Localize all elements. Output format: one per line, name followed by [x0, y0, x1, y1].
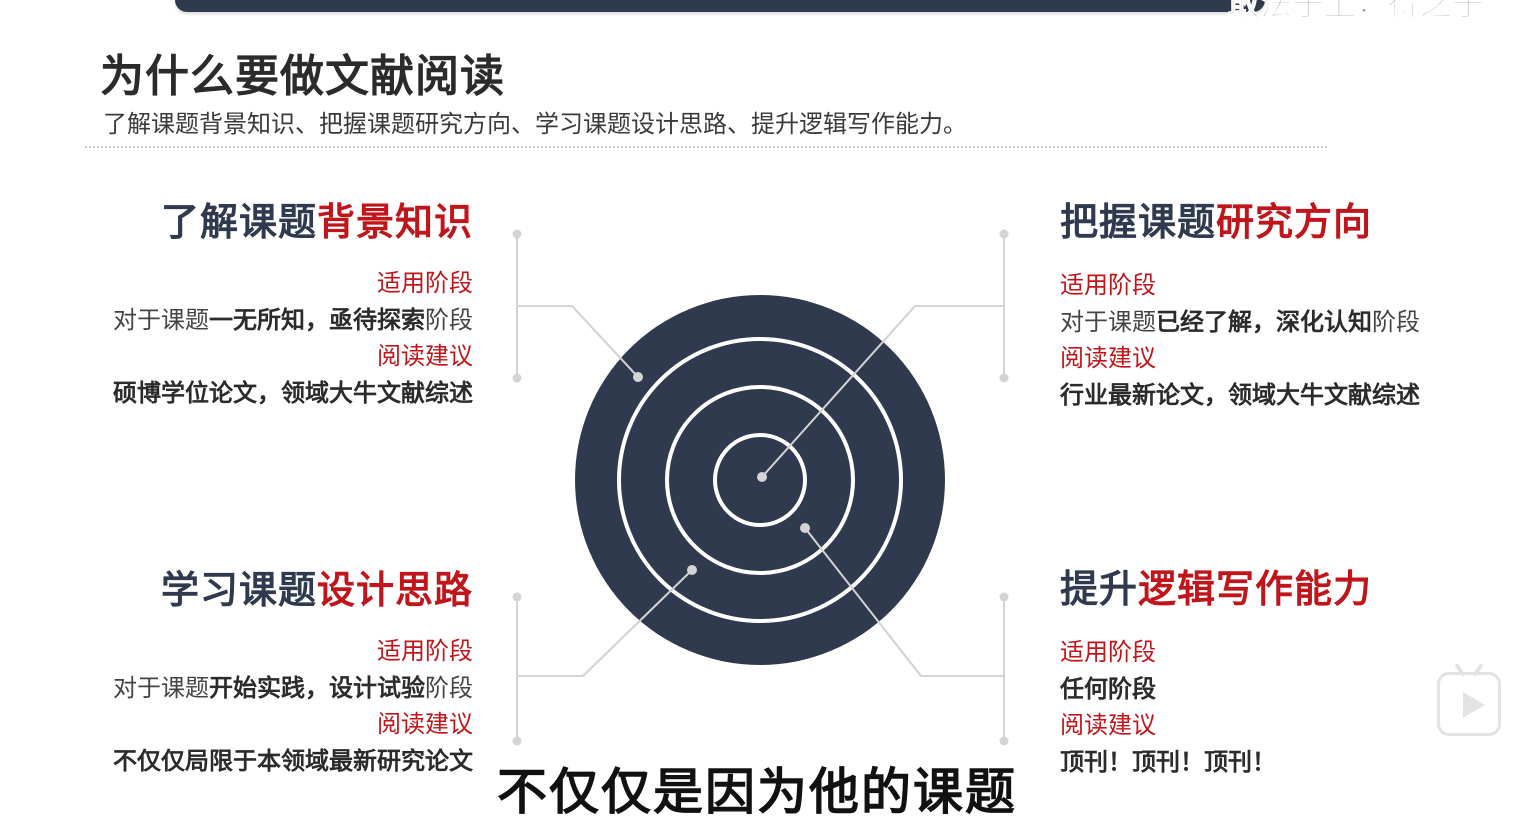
- dot: [999, 736, 1009, 746]
- dot: [999, 229, 1009, 239]
- quadrant-design-thinking: 学习课题设计思路 适用阶段 对于课题开始实践，设计试验阶段 阅读建议 不仅仅局限…: [113, 568, 473, 779]
- quadrant-title-highlight: 逻辑写作能力: [1138, 567, 1373, 611]
- pointer-dot-top-left: [633, 372, 643, 382]
- quadrant-title: 了解课题背景知识: [113, 200, 473, 244]
- stage-description: 对于课题开始实践，设计试验阶段: [113, 670, 473, 707]
- dot: [512, 736, 522, 746]
- stage-prefix: 对于课题: [113, 673, 209, 702]
- quadrant-research-direction: 把握课题研究方向 适用阶段 对于课题已经了解，深化认知阶段 阅读建议 行业最新论…: [1060, 200, 1420, 413]
- stage-separator: ，: [1252, 307, 1276, 336]
- quadrant-title-highlight: 研究方向: [1216, 200, 1373, 244]
- stage-label: 适用阶段: [1060, 638, 1156, 666]
- stage-label: 适用阶段: [377, 637, 473, 665]
- quadrant-title-plain: 学习课题: [160, 568, 317, 612]
- stage-label: 适用阶段: [377, 269, 473, 297]
- stage-keyword: 一无所知: [209, 305, 305, 334]
- stage-description: 任何阶段: [1060, 674, 1156, 703]
- dot: [512, 229, 522, 239]
- pointer-dot-bottom-left: [687, 565, 697, 575]
- stage-description: 对于课题已经了解，深化认知阶段: [1060, 304, 1420, 341]
- quadrant-title-plain: 把握课题: [1060, 200, 1217, 244]
- quadrant-title-highlight: 背景知识: [316, 200, 473, 244]
- stage-prefix: 对于课题: [113, 305, 209, 334]
- dot: [999, 592, 1009, 602]
- quadrant-title-plain: 了解课题: [160, 200, 317, 244]
- quadrant-title: 提升逻辑写作能力: [1060, 567, 1372, 611]
- stage-prefix: 对于课题: [1060, 307, 1156, 336]
- quadrant-title: 学习课题设计思路: [113, 568, 473, 612]
- play-triangle-icon: [1463, 692, 1485, 718]
- video-subtitle-caption: 不仅仅是因为他的课题: [496, 762, 1017, 822]
- quadrant-background-knowledge: 了解课题背景知识 适用阶段 对于课题一无所知，亟待探索阶段 阅读建议 硕博学位论…: [113, 200, 473, 411]
- advice-label: 阅读建议: [1060, 711, 1156, 739]
- stage-description: 对于课题一无所知，亟待探索阶段: [113, 302, 473, 339]
- stage-label: 适用阶段: [1060, 271, 1156, 299]
- quadrant-title-highlight: 设计思路: [316, 568, 473, 612]
- dot: [999, 373, 1009, 383]
- stage-separator: ，: [305, 673, 329, 702]
- advice-text: 行业最新论文，领域大牛文献综述: [1060, 380, 1420, 409]
- stage-suffix: 阶段: [425, 305, 473, 334]
- stage-keyword: 设计试验: [329, 673, 425, 702]
- quadrant-writing-ability: 提升逻辑写作能力 适用阶段 任何阶段 阅读建议 顶刊！顶刊！顶刊！: [1060, 567, 1372, 780]
- pointer-line: [571, 305, 639, 378]
- stage-keyword: 亟待探索: [329, 305, 425, 334]
- pointer-dot-bottom-right: [800, 523, 810, 533]
- pointer-dot-center: [757, 472, 767, 482]
- advice-label: 阅读建议: [377, 710, 473, 738]
- quadrant-title-plain: 提升: [1060, 567, 1139, 611]
- advice-text: 顶刊！顶刊！顶刊！: [1060, 747, 1276, 776]
- stage-suffix: 阶段: [1372, 307, 1420, 336]
- stage-suffix: 阶段: [425, 673, 473, 702]
- quadrant-title: 把握课题研究方向: [1060, 200, 1420, 244]
- stage-keyword: 深化认知: [1276, 307, 1372, 336]
- dot: [512, 592, 522, 602]
- tv-play-icon[interactable]: [1437, 663, 1501, 736]
- stage-separator: ，: [305, 305, 329, 334]
- advice-label: 阅读建议: [377, 342, 473, 370]
- stage-keyword: 已经了解: [1156, 307, 1252, 336]
- dot: [512, 373, 522, 383]
- stage-keyword: 开始实践: [209, 673, 305, 702]
- advice-text: 不仅仅局限于本领域最新研究论文: [113, 746, 473, 775]
- advice-label: 阅读建议: [1060, 344, 1156, 372]
- advice-text: 硕博学位论文，领域大牛文献综述: [113, 378, 473, 407]
